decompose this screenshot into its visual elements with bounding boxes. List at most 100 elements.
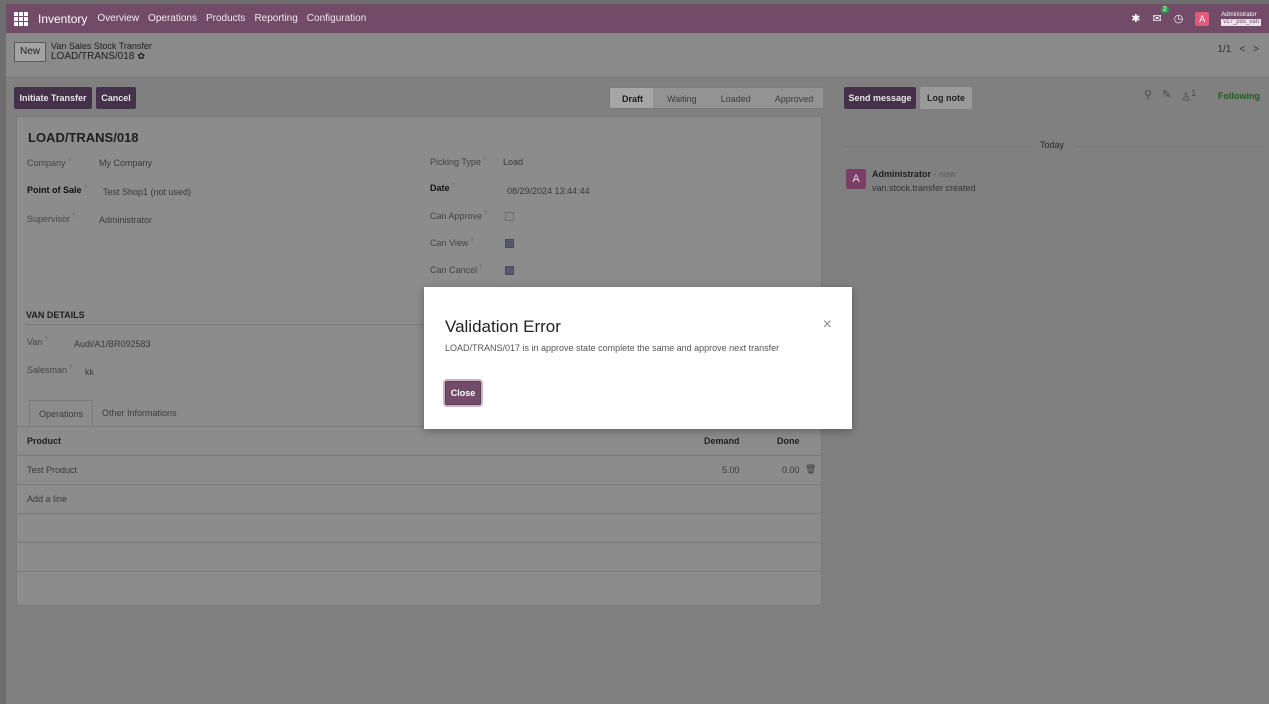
pager-value[interactable]: 1/1 bbox=[1217, 44, 1231, 55]
clock-icon[interactable]: ◷ bbox=[1174, 12, 1184, 25]
today-divider-right bbox=[1076, 146, 1264, 147]
following-button[interactable]: Following bbox=[1218, 91, 1260, 101]
new-button[interactable]: New bbox=[14, 42, 46, 62]
picking-type-value[interactable]: Load bbox=[503, 157, 523, 167]
close-button[interactable]: Close bbox=[445, 381, 481, 405]
pager-next-icon[interactable]: > bbox=[1253, 44, 1259, 55]
salesman-value[interactable]: kk bbox=[85, 367, 94, 377]
table-row-empty bbox=[17, 543, 823, 572]
today-label: Today bbox=[1040, 140, 1065, 150]
operations-table: Product Demand Done Test Product 5.00 0.… bbox=[17, 427, 823, 572]
stage-approved[interactable]: Approved bbox=[760, 87, 824, 109]
picking-type-label: Picking Type bbox=[430, 157, 481, 167]
date-field: Date? bbox=[430, 183, 455, 193]
col-product[interactable]: Product bbox=[27, 436, 61, 446]
trash-icon[interactable]: 🗑 bbox=[805, 464, 816, 475]
top-navbar: Inventory Overview Operations Products R… bbox=[6, 4, 1269, 33]
supervisor-field: Supervisor? bbox=[27, 214, 76, 224]
followers-count: 1 bbox=[1191, 88, 1197, 98]
control-panel: New Van Sales Stock Transfer LOAD/TRANS/… bbox=[6, 33, 1269, 78]
user-menu[interactable]: Administrator v17_pos_van bbox=[1221, 12, 1261, 26]
can-approve-checkbox[interactable] bbox=[505, 212, 514, 221]
can-cancel-checkbox[interactable] bbox=[505, 266, 514, 275]
date-label: Date bbox=[430, 183, 450, 193]
van-field: Van? bbox=[27, 337, 48, 347]
cancel-button[interactable]: Cancel bbox=[96, 87, 136, 109]
followers-icon[interactable]: ♙1 bbox=[1181, 88, 1196, 104]
table-row[interactable]: Test Product 5.00 0.00 🗑 bbox=[17, 456, 823, 485]
send-message-button[interactable]: Send message bbox=[844, 87, 916, 109]
dialog-message: LOAD/TRANS/017 is in approve state compl… bbox=[445, 343, 780, 353]
van-value[interactable]: Audi/A1/BR092583 bbox=[74, 339, 151, 349]
message-time: - now bbox=[933, 169, 956, 179]
pager-prev-icon[interactable]: < bbox=[1239, 44, 1245, 55]
can-view-label: Can View bbox=[430, 238, 469, 248]
tab-operations[interactable]: Operations bbox=[29, 400, 94, 427]
main-menu: Overview Operations Products Reporting C… bbox=[97, 13, 375, 24]
stage-draft[interactable]: Draft bbox=[609, 87, 654, 109]
can-approve-label: Can Approve bbox=[430, 211, 483, 221]
chatter-topbar-icons: ⚲ ✎ ♙1 bbox=[1144, 88, 1196, 104]
author-name[interactable]: Administrator bbox=[872, 169, 931, 179]
stage-waiting[interactable]: Waiting bbox=[653, 87, 707, 109]
paperclip-icon[interactable]: ✎ bbox=[1162, 88, 1171, 104]
pos-field: Point of Sale? bbox=[27, 185, 87, 195]
supervisor-label: Supervisor bbox=[27, 214, 71, 224]
chat-badge: 2 bbox=[1160, 6, 1169, 13]
breadcrumb: Van Sales Stock Transfer LOAD/TRANS/018 ✿ bbox=[51, 41, 152, 62]
salesman-label: Salesman bbox=[27, 365, 68, 375]
form-buttons-bar: Initiate Transfer Cancel Draft Waiting L… bbox=[6, 79, 1269, 111]
date-value[interactable]: 08/29/2024 13:44:44 bbox=[507, 186, 590, 196]
pos-label: Point of Sale bbox=[27, 185, 82, 195]
can-view-field: Can View? bbox=[430, 238, 474, 248]
validation-error-dialog: Validation Error × LOAD/TRANS/017 is in … bbox=[424, 287, 852, 429]
menu-products[interactable]: Products bbox=[206, 13, 245, 24]
table-row-empty bbox=[17, 514, 823, 543]
row-done: 0.00 bbox=[782, 465, 800, 475]
col-demand[interactable]: Demand bbox=[704, 436, 740, 446]
breadcrumb-parent[interactable]: Van Sales Stock Transfer bbox=[51, 41, 152, 51]
menu-operations[interactable]: Operations bbox=[148, 13, 197, 24]
salesman-field: Salesman? bbox=[27, 365, 73, 375]
systray: ✱ ✉ 2 ◷ A Administrator v17_pos_van bbox=[1131, 6, 1261, 26]
pager: 1/1 < > bbox=[1217, 44, 1259, 55]
gear-icon[interactable]: ✿ bbox=[137, 51, 145, 61]
col-done[interactable]: Done bbox=[777, 436, 800, 446]
dialog-title: Validation Error bbox=[445, 317, 561, 336]
stage-loaded[interactable]: Loaded bbox=[706, 87, 761, 109]
can-cancel-label: Can Cancel bbox=[430, 265, 478, 275]
can-view-checkbox[interactable] bbox=[505, 239, 514, 248]
company-label: Company bbox=[27, 158, 66, 168]
menu-overview[interactable]: Overview bbox=[97, 13, 139, 24]
initiate-transfer-button[interactable]: Initiate Transfer bbox=[14, 87, 92, 109]
apps-grid-icon[interactable] bbox=[14, 11, 28, 26]
message-author: Administrator - now bbox=[872, 169, 956, 179]
supervisor-value[interactable]: Administrator bbox=[99, 215, 152, 225]
picking-type-field: Picking Type? bbox=[430, 157, 487, 167]
row-demand: 5.00 bbox=[722, 465, 740, 475]
row-product: Test Product bbox=[27, 465, 78, 475]
pos-value[interactable]: Test Shop1 (not used) bbox=[103, 187, 191, 197]
menu-configuration[interactable]: Configuration bbox=[307, 13, 366, 24]
database-badge: v17_pos_van bbox=[1221, 18, 1261, 26]
log-note-button[interactable]: Log note bbox=[920, 87, 972, 109]
add-line-link[interactable]: Add a line bbox=[27, 494, 67, 504]
company-field: Company? bbox=[27, 158, 71, 168]
company-value[interactable]: My Company bbox=[99, 158, 152, 168]
chat-icon[interactable]: ✉ 2 bbox=[1152, 6, 1169, 25]
tab-other-informations[interactable]: Other Informations bbox=[93, 400, 186, 427]
notebook-tabs: Operations Other Informations bbox=[29, 400, 186, 427]
can-approve-field: Can Approve? bbox=[430, 211, 488, 221]
user-name: Administrator bbox=[1221, 11, 1257, 18]
close-icon[interactable]: × bbox=[823, 317, 832, 333]
user-avatar[interactable]: A bbox=[1195, 11, 1210, 26]
van-label: Van bbox=[27, 337, 43, 347]
app-title[interactable]: Inventory bbox=[38, 12, 87, 26]
search-icon[interactable]: ⚲ bbox=[1144, 88, 1152, 104]
breadcrumb-record: LOAD/TRANS/018 bbox=[51, 51, 135, 62]
menu-reporting[interactable]: Reporting bbox=[254, 13, 297, 24]
today-divider-left bbox=[844, 146, 1032, 147]
bug-icon[interactable]: ✱ bbox=[1131, 12, 1140, 25]
record-title: LOAD/TRANS/018 bbox=[28, 130, 139, 145]
message-avatar[interactable]: A bbox=[846, 169, 866, 189]
